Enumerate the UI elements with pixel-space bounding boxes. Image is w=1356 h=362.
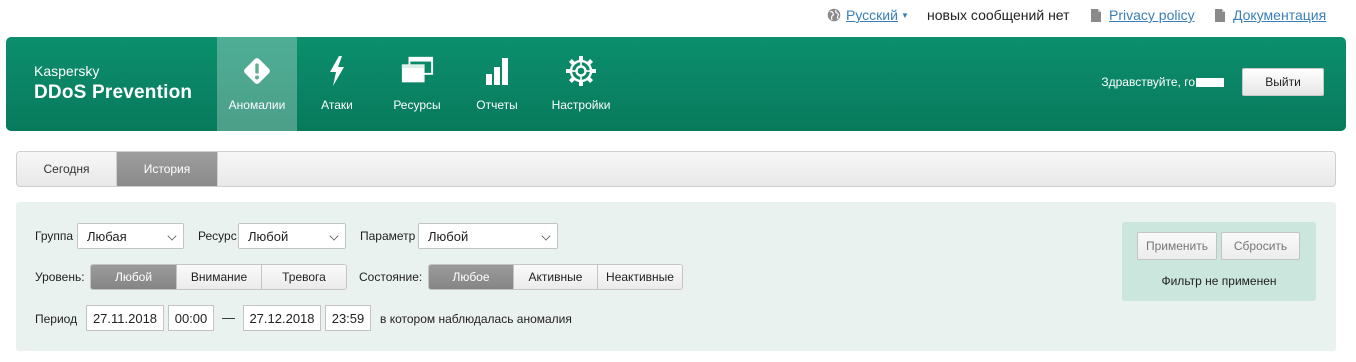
resource-value: Любой [248, 228, 289, 244]
nav-label: Ресурсы [393, 98, 441, 112]
nav-label: Настройки [551, 98, 611, 112]
parameter-value: Любой [428, 228, 469, 244]
brand-product: DDoS Prevention [34, 82, 193, 103]
main-nav: Аномалии Атаки Ресурсы Отчеты Настройки [217, 37, 625, 131]
resource-select[interactable]: Любой [238, 223, 346, 249]
group-label: Группа [35, 229, 74, 243]
state-option-inactive[interactable]: Неактивные [598, 265, 682, 289]
greeting: Здравствуйте, го [1101, 75, 1224, 89]
group-value: Любая [87, 228, 127, 244]
level-option-alarm[interactable]: Тревога [262, 265, 346, 289]
level-label: Уровень: [35, 270, 85, 284]
resource-label: Ресурс [198, 229, 237, 243]
filter-status: Фильтр не применен [1161, 274, 1277, 288]
nav-item-settings[interactable]: Настройки [537, 37, 625, 131]
language-selector[interactable]: Русский ▼ [827, 7, 909, 23]
greeting-text: Здравствуйте, го [1101, 75, 1195, 89]
lightning-icon [320, 54, 354, 88]
chevron-down-icon: ▼ [900, 10, 909, 20]
period-separator: — [222, 310, 235, 325]
time-from-field[interactable]: 00:00 [168, 305, 214, 331]
privacy-label[interactable]: Privacy policy [1109, 7, 1195, 23]
parameter-label: Параметр [360, 229, 416, 243]
chevron-down-icon [541, 231, 551, 241]
bar-chart-icon [480, 54, 514, 88]
document-icon [1091, 8, 1101, 22]
nav-label: Отчеты [476, 98, 518, 112]
level-option-any[interactable]: Любой [91, 265, 177, 289]
chevron-down-icon [167, 231, 177, 241]
nav-item-resources[interactable]: Ресурсы [377, 37, 457, 131]
messages-status: новых сообщений нет [927, 7, 1070, 23]
redacted-username [1196, 78, 1224, 88]
period-label: Период [35, 312, 78, 326]
date-from-field[interactable]: 27.11.2018 [86, 305, 164, 331]
chevron-down-icon [329, 231, 339, 241]
nav-item-anomalies[interactable]: Аномалии [217, 37, 297, 131]
tab-history[interactable]: История [117, 152, 218, 186]
level-option-warning[interactable]: Внимание [177, 265, 262, 289]
time-to-field[interactable]: 23:59 [325, 305, 371, 331]
period-suffix: в котором наблюдалась аномалия [380, 312, 572, 326]
nav-item-attacks[interactable]: Атаки [297, 37, 377, 131]
document-icon [1215, 8, 1225, 22]
privacy-link[interactable]: Privacy policy [1090, 7, 1195, 23]
globe-icon [827, 8, 841, 22]
state-option-any[interactable]: Любое [429, 265, 514, 289]
view-tabs: Сегодня История [16, 151, 1336, 187]
top-bar: Русский ▼ новых сообщений нет Privacy po… [0, 0, 1356, 34]
level-toggle: Любой Внимание Тревога [90, 264, 347, 290]
state-option-active[interactable]: Активные [514, 265, 598, 289]
state-label: Состояние: [359, 270, 423, 284]
parameter-select[interactable]: Любой [418, 223, 558, 249]
app-header: Kaspersky DDoS Prevention Аномалии Атаки… [6, 37, 1346, 131]
nav-item-reports[interactable]: Отчеты [457, 37, 537, 131]
apply-button[interactable]: Применить [1137, 232, 1217, 260]
apply-box: Применить Сбросить Фильтр не применен [1122, 222, 1316, 301]
messages-text: новых сообщений нет [927, 7, 1070, 23]
docs-link[interactable]: Документация [1214, 7, 1326, 23]
windows-icon [400, 54, 434, 88]
gear-icon [564, 54, 598, 88]
language-label[interactable]: Русский [846, 7, 898, 23]
tab-today[interactable]: Сегодня [17, 152, 117, 186]
nav-label: Аномалии [228, 98, 286, 112]
filter-panel: Группа Любая Ресурс Любой Параметр Любой… [16, 202, 1336, 351]
brand-vendor: Kaspersky [34, 63, 100, 79]
group-select[interactable]: Любая [77, 223, 184, 249]
warning-diamond-icon [240, 54, 274, 88]
docs-label[interactable]: Документация [1233, 7, 1326, 23]
logout-button[interactable]: Выйти [1242, 68, 1324, 96]
reset-button[interactable]: Сбросить [1221, 232, 1300, 260]
state-toggle: Любое Активные Неактивные [428, 264, 683, 290]
date-to-field[interactable]: 27.12.2018 [243, 305, 321, 331]
nav-label: Атаки [321, 98, 353, 112]
